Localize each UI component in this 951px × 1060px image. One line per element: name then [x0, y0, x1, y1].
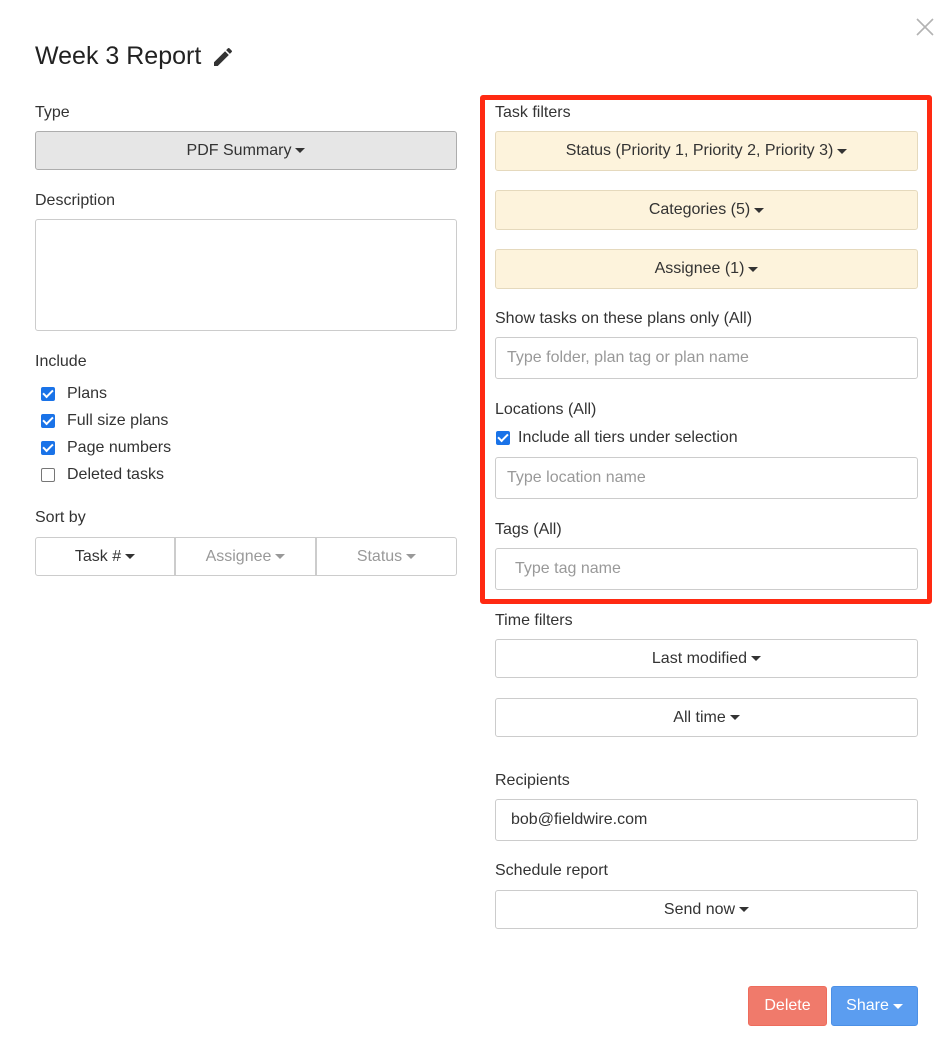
- assignee-filter-label: Assignee (1): [654, 260, 745, 277]
- pencil-icon[interactable]: [211, 45, 235, 69]
- sort-status-label: Status: [356, 547, 403, 565]
- status-filter-label: Status (Priority 1, Priority 2, Priority…: [565, 142, 834, 159]
- share-button[interactable]: Share: [831, 986, 918, 1026]
- time-filters-label: Time filters: [495, 612, 573, 629]
- time-range-dropdown[interactable]: All time: [495, 698, 918, 737]
- type-dropdown-value: PDF Summary: [186, 141, 292, 159]
- page-numbers-checkbox[interactable]: [41, 441, 55, 455]
- include-deleted-tasks-row[interactable]: Deleted tasks: [41, 466, 164, 484]
- categories-filter-dropdown[interactable]: Categories (5): [495, 190, 918, 230]
- tags-label: Tags (All): [495, 521, 562, 538]
- caret-down-icon: [754, 207, 765, 213]
- caret-down-icon: [739, 907, 750, 912]
- dialog-title-row: Week 3 Report: [35, 42, 235, 71]
- plans-checkbox-label: Plans: [67, 385, 108, 402]
- description-textarea[interactable]: [35, 219, 457, 331]
- time-field-label: Last modified: [651, 649, 748, 667]
- plans-checkbox[interactable]: [41, 387, 55, 401]
- include-tiers-checkbox[interactable]: [496, 431, 510, 445]
- type-label: Type: [35, 104, 70, 121]
- schedule-value: Send now: [663, 900, 736, 918]
- schedule-dropdown[interactable]: Send now: [495, 890, 918, 929]
- include-tiers-label: Include all tiers under selection: [518, 429, 738, 446]
- schedule-label: Schedule report: [495, 862, 608, 879]
- sort-task-number-label: Task #: [74, 547, 122, 565]
- include-page-numbers-row[interactable]: Page numbers: [41, 439, 171, 457]
- plans-filter-input[interactable]: Type folder, plan tag or plan name: [495, 337, 918, 379]
- deleted-tasks-checkbox-label: Deleted tasks: [67, 466, 164, 483]
- sort-status-button[interactable]: Status: [316, 537, 457, 576]
- sort-task-number-button[interactable]: Task #: [35, 537, 175, 576]
- caret-down-icon: [406, 554, 417, 559]
- share-button-label: Share: [846, 997, 889, 1014]
- caret-down-icon: [837, 148, 848, 154]
- tags-placeholder: Type tag name: [515, 560, 621, 577]
- recipients-input[interactable]: bob@fieldwire.com: [495, 799, 918, 841]
- sort-assignee-label: Assignee: [205, 547, 272, 565]
- caret-down-icon: [125, 554, 136, 559]
- task-filters-label: Task filters: [495, 104, 571, 121]
- type-dropdown[interactable]: PDF Summary: [35, 131, 457, 170]
- page-numbers-checkbox-label: Page numbers: [67, 439, 172, 456]
- recipients-value: bob@fieldwire.com: [511, 811, 648, 828]
- delete-button-label: Delete: [764, 997, 811, 1014]
- sort-assignee-button[interactable]: Assignee: [175, 537, 316, 576]
- delete-button[interactable]: Delete: [748, 986, 827, 1026]
- description-label: Description: [35, 192, 116, 209]
- caret-down-icon: [729, 715, 740, 720]
- sort-by-label: Sort by: [35, 509, 86, 526]
- tags-input[interactable]: Type tag name: [495, 548, 918, 590]
- plans-filter-placeholder: Type folder, plan tag or plan name: [507, 349, 749, 366]
- time-range-label: All time: [673, 708, 726, 726]
- recipients-label: Recipients: [495, 772, 570, 789]
- full-size-plans-checkbox-label: Full size plans: [67, 412, 169, 429]
- caret-down-icon: [748, 266, 759, 272]
- caret-down-icon: [751, 656, 762, 661]
- include-full-size-plans-row[interactable]: Full size plans: [41, 412, 168, 430]
- include-plans-row[interactable]: Plans: [41, 385, 107, 403]
- assignee-filter-dropdown[interactable]: Assignee (1): [495, 249, 918, 289]
- page-title: Week 3 Report: [35, 42, 202, 70]
- caret-down-icon: [275, 554, 286, 559]
- status-filter-dropdown[interactable]: Status (Priority 1, Priority 2, Priority…: [495, 131, 918, 171]
- location-placeholder: Type location name: [507, 469, 646, 486]
- caret-down-icon: [295, 148, 306, 153]
- categories-filter-label: Categories (5): [648, 201, 751, 218]
- time-field-dropdown[interactable]: Last modified: [495, 639, 918, 678]
- include-label: Include: [35, 353, 87, 370]
- include-tiers-row[interactable]: Include all tiers under selection: [496, 429, 738, 447]
- caret-down-icon: [892, 1003, 903, 1009]
- close-icon[interactable]: [914, 16, 936, 38]
- deleted-tasks-checkbox[interactable]: [41, 468, 55, 482]
- locations-label: Locations (All): [495, 401, 597, 418]
- plans-filter-label: Show tasks on these plans only (All): [495, 310, 753, 327]
- location-input[interactable]: Type location name: [495, 457, 918, 499]
- full-size-plans-checkbox[interactable]: [41, 414, 55, 428]
